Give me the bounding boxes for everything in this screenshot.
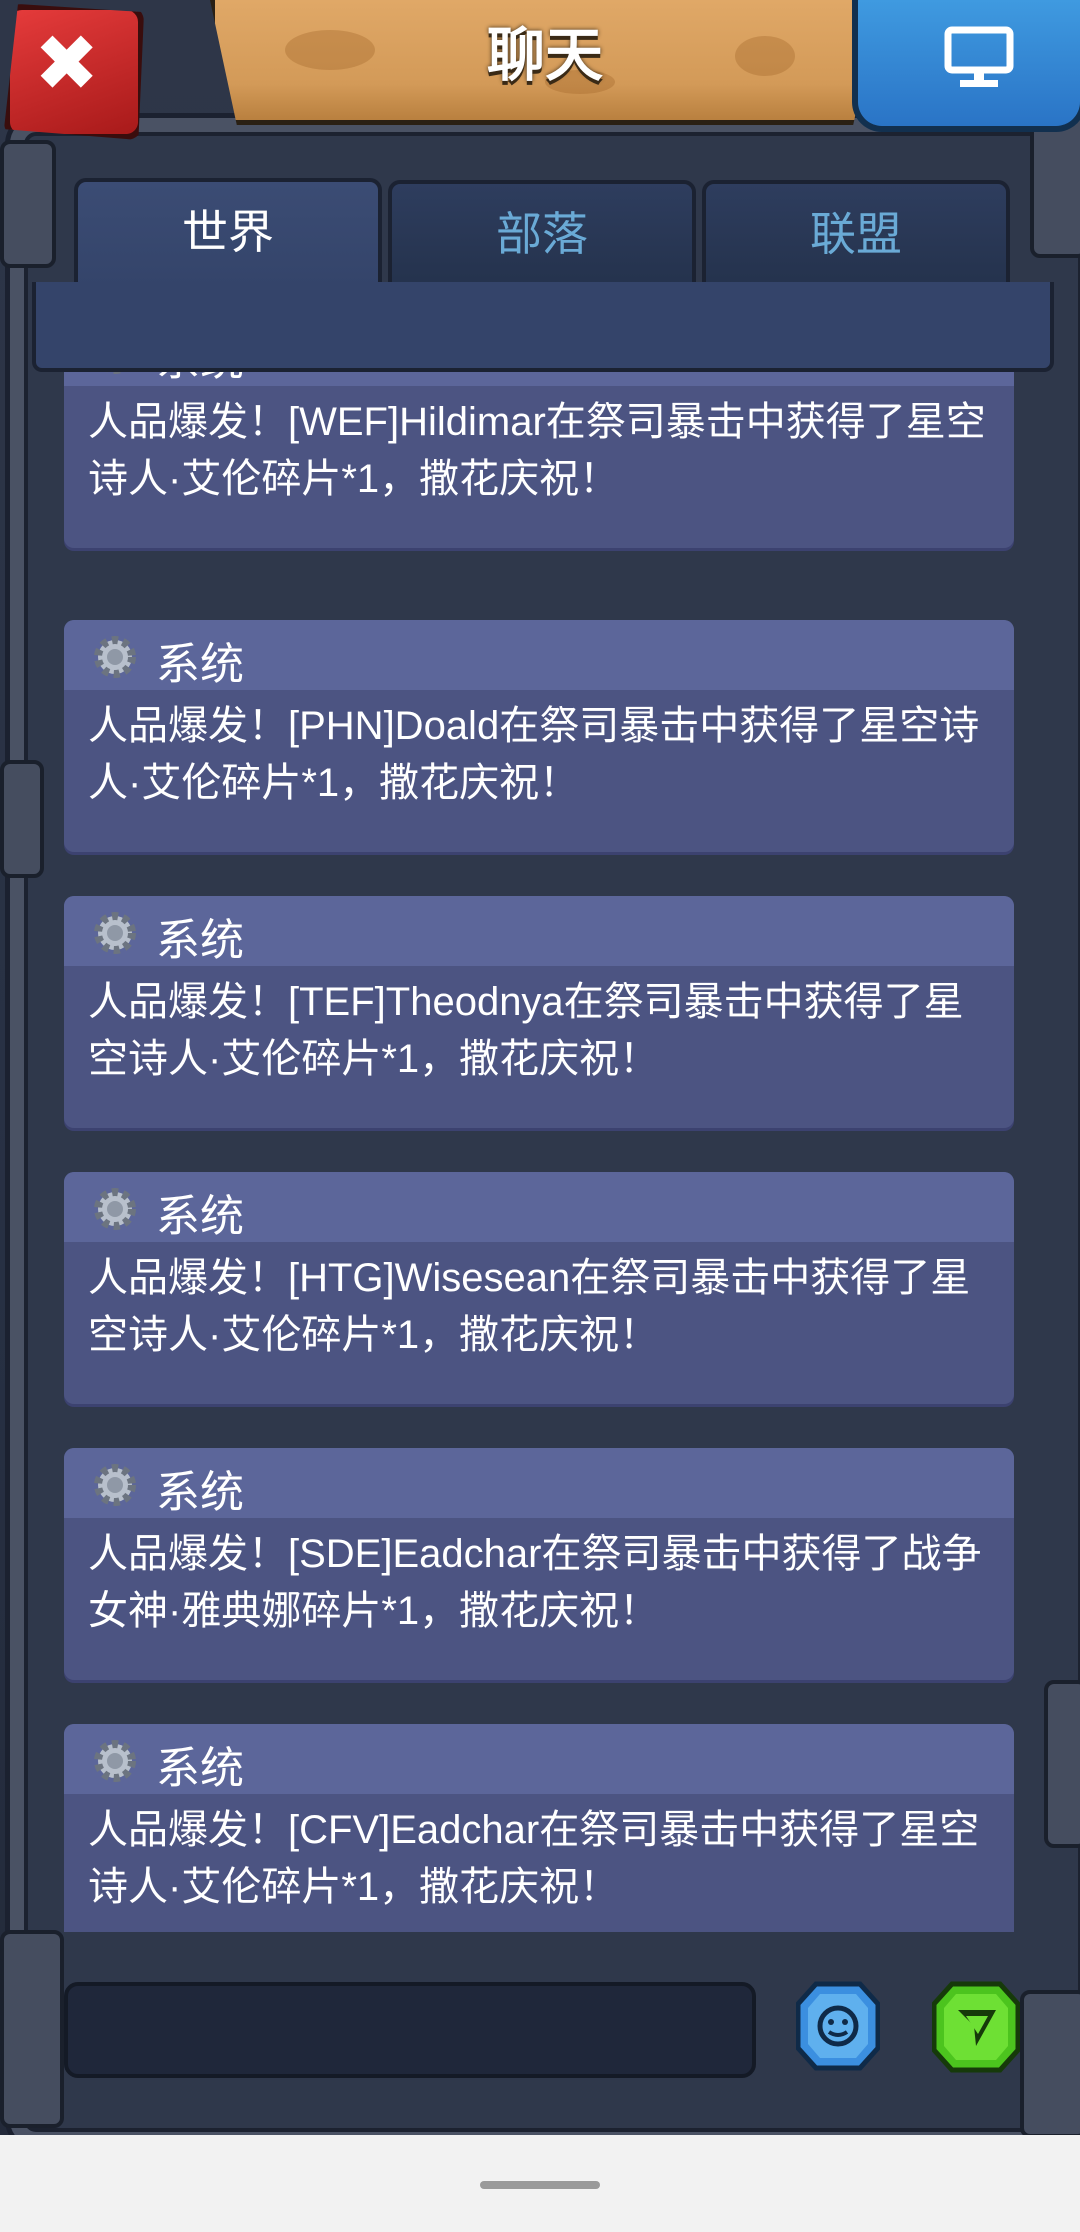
message-header: 系统 [64,620,1014,690]
message-header: 系统 [64,1724,1014,1794]
page-title: 聊天 [486,23,603,88]
list-item: 系统 人品爆发！[PHN]Doald在祭司暴击中获得了星空诗人·艾伦碎片*1，撒… [64,620,1014,852]
game-screen: 聊天 ✖ 世界 部落 联盟 系统 人品爆发！[WEF]Hildimar在祭司暴击… [0,0,1080,2135]
tab-tribe[interactable]: 部落 [388,180,696,290]
message-text: 人品爆发！[HTG]Wisesean在祭司暴击中获得了星空诗人·艾伦碎片*1，撒… [88,1256,971,1357]
message-sender: 系统 [156,1744,244,1793]
message-sender: 系统 [156,1468,244,1517]
message-sender: 系统 [156,916,244,965]
message-text: 人品爆发！[TEF]Theodnya在祭司暴击中获得了星空诗人·艾伦碎片*1，撒… [88,980,964,1081]
list-item: 系统 人品爆发！[WEF]Hildimar在祭司暴击中获得了星空诗人·艾伦碎片*… [64,372,1014,548]
message-text: 人品爆发！[SDE]Eadchar在祭司暴击中获得了战争女神·雅典娜碎片*1，撒… [88,1532,982,1633]
list-item: 系统 人品爆发！[HTG]Wisesean在祭司暴击中获得了星空诗人·艾伦碎片*… [64,1172,1014,1404]
gear-icon [94,912,136,954]
message-sender: 系统 [156,1192,244,1241]
gear-icon [94,1464,136,1506]
frame-rock [1030,110,1080,258]
send-icon [931,1981,1021,2073]
list-item: 系统 人品爆发！[SDE]Eadchar在祭司暴击中获得了战争女神·雅典娜碎片*… [64,1448,1014,1680]
message-header: 系统 [64,1448,1014,1518]
message-header: 系统 [64,372,1014,386]
frame-rock [1020,1990,1080,2135]
frame-rock [1044,1680,1080,1848]
message-text: 人品爆发！[WEF]Hildimar在祭司暴击中获得了星空诗人·艾伦碎片*1，撒… [88,400,986,501]
chat-input[interactable] [64,1982,756,2078]
emoji-icon [795,1981,881,2071]
frame-rock [0,140,56,268]
gear-icon [106,372,124,374]
system-nav-bar [0,2135,1080,2232]
message-text: 人品爆发！[PHN]Doald在祭司暴击中获得了星空诗人·艾伦碎片*1，撒花庆祝… [88,704,980,805]
gear-icon [94,636,136,678]
tab-alliance-label: 联盟 [810,208,902,260]
send-button[interactable] [931,1980,1021,2074]
frame-rock [0,1930,64,2128]
emoji-button[interactable] [795,1980,881,2072]
tab-content-header [32,282,1054,372]
frame-rock [0,760,44,878]
close-button[interactable]: ✖ [4,4,144,140]
message-sender: 系统 [156,372,244,388]
tab-world-label: 世界 [182,206,274,258]
monitor-button[interactable] [852,0,1080,132]
gear-icon [94,1188,136,1230]
close-icon: ✖ [34,19,100,107]
message-header: 系统 [64,896,1014,966]
message-text: 人品爆发！[CFV]Eadchar在祭司暴击中获得了星空诗人·艾伦碎片*1，撒花… [88,1808,980,1909]
tab-world[interactable]: 世界 [74,178,382,288]
tab-alliance[interactable]: 联盟 [702,180,1010,290]
title-banner: 聊天 [210,0,880,125]
gear-icon [94,1740,136,1782]
monitor-icon [944,26,1014,87]
list-item: 系统 人品爆发！[TEF]Theodnya在祭司暴击中获得了星空诗人·艾伦碎片*… [64,896,1014,1128]
tab-tribe-label: 部落 [496,208,588,260]
list-item: 系统 人品爆发！[CFV]Eadchar在祭司暴击中获得了星空诗人·艾伦碎片*1… [64,1724,1014,1932]
home-gesture-handle[interactable] [480,2181,600,2189]
message-list[interactable]: 系统 人品爆发！[WEF]Hildimar在祭司暴击中获得了星空诗人·艾伦碎片*… [64,372,1014,1932]
message-header: 系统 [64,1172,1014,1242]
message-sender: 系统 [156,640,244,689]
